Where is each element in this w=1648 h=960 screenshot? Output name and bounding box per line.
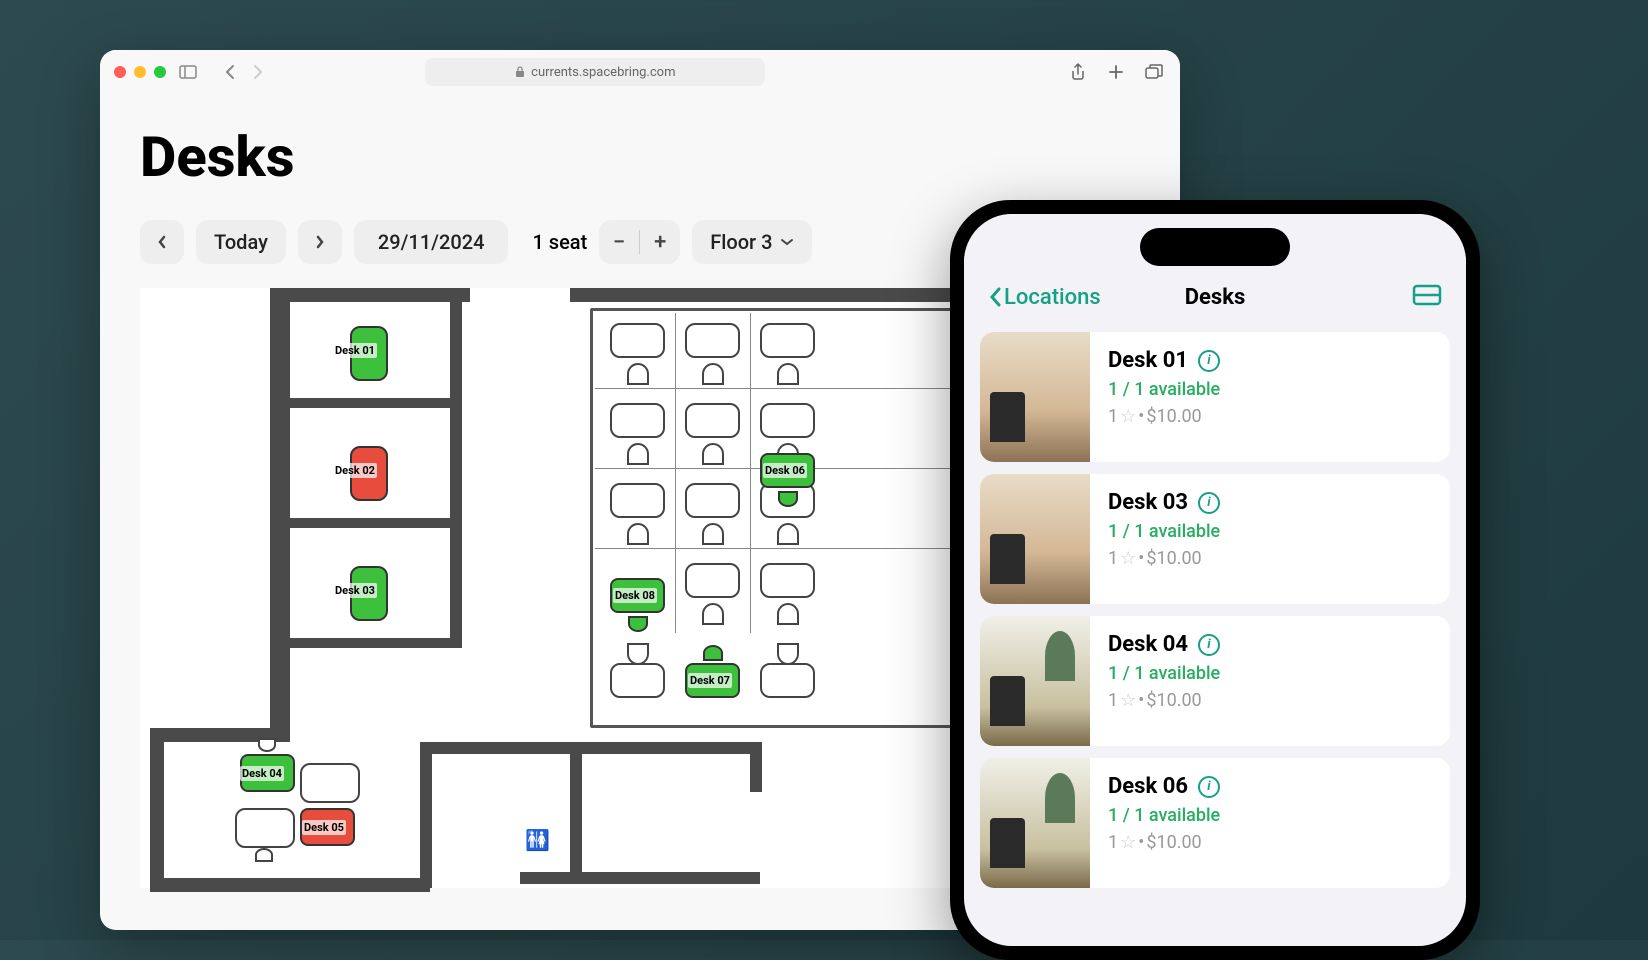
desk-card[interactable]: Desk 06 i 1 / 1 available 1☆ • $10.00: [980, 758, 1450, 888]
floor-selector[interactable]: Floor 3: [692, 220, 812, 264]
desk-card[interactable]: Desk 01 i 1 / 1 available 1☆ • $10.00: [980, 332, 1450, 462]
tabs-icon[interactable]: [1142, 60, 1166, 84]
url-text: currents.spacebring.com: [531, 65, 675, 80]
desk-thumbnail: [980, 474, 1090, 604]
window-controls: [114, 66, 166, 78]
phone-notch: [1140, 228, 1290, 266]
desk-label: Desk 04: [240, 766, 284, 781]
desk-availability: 1 / 1 available: [1108, 379, 1220, 400]
star-icon: ☆: [1120, 548, 1136, 569]
desk-label: Desk 07: [688, 673, 732, 688]
desk-name: Desk 04: [1108, 632, 1188, 657]
browser-toolbar: currents.spacebring.com: [100, 50, 1180, 94]
desk-name: Desk 06: [1108, 774, 1188, 799]
maximize-window-icon[interactable]: [154, 66, 166, 78]
info-icon[interactable]: i: [1198, 776, 1220, 798]
next-day-button[interactable]: [298, 220, 342, 264]
desk-name: Desk 01: [1108, 348, 1188, 373]
back-label: Locations: [1004, 285, 1101, 310]
new-tab-icon[interactable]: [1104, 60, 1128, 84]
sidebar-toggle-icon[interactable]: [176, 60, 200, 84]
prev-day-button[interactable]: [140, 220, 184, 264]
desk-label: Desk 08: [613, 588, 657, 603]
desk-availability: 1 / 1 available: [1108, 805, 1220, 826]
desk-label: Desk 03: [333, 583, 377, 598]
page-title: Desks: [140, 124, 1140, 190]
desk-price: 1☆ • $10.00: [1108, 832, 1220, 853]
back-button[interactable]: Locations: [988, 285, 1101, 310]
desk-thumbnail: [980, 332, 1090, 462]
desk-label: Desk 06: [763, 463, 807, 478]
date-picker-button[interactable]: 29/11/2024: [354, 220, 509, 264]
desk-name: Desk 03: [1108, 490, 1188, 515]
today-button[interactable]: Today: [196, 220, 286, 264]
desk-list: Desk 01 i 1 / 1 available 1☆ • $10.00 De…: [964, 324, 1466, 896]
floor-label: Floor 3: [710, 230, 772, 254]
desk-thumbnail: [980, 616, 1090, 746]
restroom-icon: 🚻: [525, 828, 550, 852]
view-toggle-button[interactable]: [1412, 284, 1442, 310]
desk-availability: 1 / 1 available: [1108, 521, 1220, 542]
star-icon: ☆: [1120, 832, 1136, 853]
desk-card[interactable]: Desk 04 i 1 / 1 available 1☆ • $10.00: [980, 616, 1450, 746]
chevron-down-icon: [780, 238, 794, 246]
desk-label: Desk 05: [302, 820, 346, 835]
desk-price: 1☆ • $10.00: [1108, 406, 1220, 427]
floor-plan[interactable]: Desk 01 Desk 02 Desk 03 Desk 04 Desk 05 …: [140, 288, 1060, 888]
seat-decrement-button[interactable]: −: [599, 220, 639, 264]
minimize-window-icon[interactable]: [134, 66, 146, 78]
forward-icon[interactable]: [246, 60, 270, 84]
desk-price: 1☆ • $10.00: [1108, 690, 1220, 711]
desk-label: Desk 02: [333, 463, 377, 478]
seat-count-label: 1 seat: [520, 230, 599, 254]
back-icon[interactable]: [218, 60, 242, 84]
desk-thumbnail: [980, 758, 1090, 888]
seat-increment-button[interactable]: +: [640, 220, 680, 264]
phone-mockup: Locations Desks Desk 01 i 1 / 1 availabl…: [950, 200, 1480, 960]
desk-price: 1☆ • $10.00: [1108, 548, 1220, 569]
desk-label: Desk 01: [333, 343, 377, 358]
phone-page-title: Desks: [1185, 285, 1246, 310]
info-icon[interactable]: i: [1198, 350, 1220, 372]
address-bar[interactable]: currents.spacebring.com: [425, 58, 765, 86]
desk-card[interactable]: Desk 03 i 1 / 1 available 1☆ • $10.00: [980, 474, 1450, 604]
info-icon[interactable]: i: [1198, 634, 1220, 656]
share-icon[interactable]: [1066, 60, 1090, 84]
close-window-icon[interactable]: [114, 66, 126, 78]
star-icon: ☆: [1120, 690, 1136, 711]
desk-availability: 1 / 1 available: [1108, 663, 1220, 684]
lock-icon: [515, 66, 525, 78]
info-icon[interactable]: i: [1198, 492, 1220, 514]
chevron-left-icon: [988, 286, 1002, 308]
star-icon: ☆: [1120, 406, 1136, 427]
